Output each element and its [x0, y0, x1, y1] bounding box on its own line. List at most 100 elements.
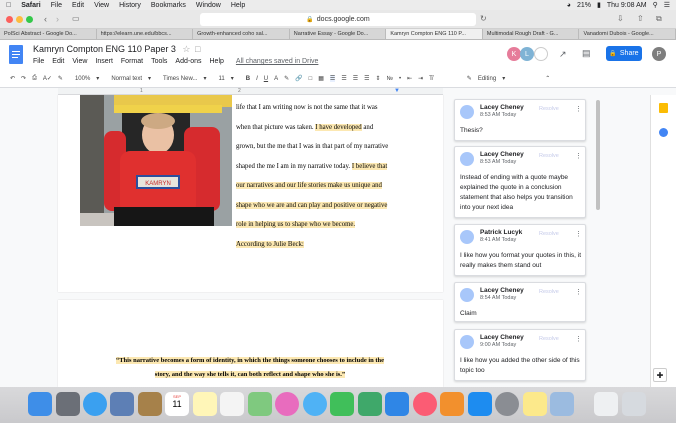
resolve-button[interactable]: Resolve	[539, 153, 559, 159]
align-justify-icon[interactable]: ☰	[364, 75, 369, 82]
link-icon[interactable]: 🔗	[295, 75, 302, 82]
docs-menu-file[interactable]: File	[33, 58, 44, 65]
safari-icon[interactable]	[83, 392, 107, 416]
more-collaborators-icon[interactable]	[534, 47, 548, 61]
italic-icon[interactable]: I	[256, 76, 258, 82]
photos-icon[interactable]	[275, 392, 299, 416]
search-icon[interactable]: ⚲	[653, 1, 658, 9]
paint-format-icon[interactable]: ✎	[58, 75, 63, 82]
font-size-select[interactable]: 11	[218, 76, 224, 82]
apple-menu-icon[interactable]: 	[6, 2, 11, 9]
more-options-icon[interactable]: ⋮	[575, 335, 582, 343]
right-indent-marker[interactable]: ▼	[394, 88, 400, 94]
notebook-icon[interactable]	[138, 392, 162, 416]
activity-trend-icon[interactable]: ↗	[559, 49, 567, 60]
text-color-icon[interactable]: A	[274, 76, 278, 82]
star-icon[interactable]: ☆	[182, 44, 190, 54]
bold-icon[interactable]: B	[246, 76, 250, 82]
close-window-button[interactable]	[6, 16, 13, 23]
docs-menu-view[interactable]: View	[72, 58, 87, 65]
decrease-indent-icon[interactable]: ⇤	[407, 75, 412, 82]
more-options-icon[interactable]: ⋮	[575, 152, 582, 160]
launchpad-icon[interactable]	[56, 392, 80, 416]
reminders-icon[interactable]	[220, 392, 244, 416]
books-icon[interactable]	[440, 392, 464, 416]
comment-card[interactable]: Lacey Cheney 8:53 AM Today Resolve ⋮ Ins…	[454, 146, 586, 218]
menu-list-icon[interactable]: ☰	[664, 1, 670, 9]
align-right-icon[interactable]: ☰	[353, 75, 358, 82]
menu-window[interactable]: Window	[196, 2, 221, 9]
battery-icon[interactable]: ▮	[597, 1, 601, 9]
editing-mode-pencil-icon[interactable]: ✎	[467, 75, 472, 82]
docs-menu-tools[interactable]: Tools	[151, 58, 167, 65]
browser-tab-active[interactable]: Kamryn Compton ENG 110 P...	[386, 29, 483, 39]
minimize-window-button[interactable]	[16, 16, 23, 23]
menu-view[interactable]: View	[94, 2, 109, 9]
style-select[interactable]: Normal text	[111, 76, 142, 82]
collapse-toolbar-icon[interactable]: ⌃	[545, 75, 550, 82]
photo-boy-in-toy-car[interactable]: KAMRYN	[80, 95, 232, 226]
system-preferences-icon[interactable]	[495, 392, 519, 416]
share-sheet-icon[interactable]: ⇧	[637, 14, 644, 23]
trash-icon[interactable]	[622, 392, 646, 416]
editing-mode-select[interactable]: Editing	[478, 76, 496, 82]
finder-icon[interactable]	[28, 392, 52, 416]
more-options-icon[interactable]: ⋮	[575, 105, 582, 113]
more-options-icon[interactable]: ⋮	[575, 288, 582, 296]
comment-card[interactable]: Lacey Cheney 8:54 AM Today Resolve ⋮ Cla…	[454, 282, 586, 322]
highlight-color-icon[interactable]: ✎	[284, 75, 289, 82]
resolve-button[interactable]: Resolve	[539, 106, 559, 112]
keynote-icon[interactable]	[385, 392, 409, 416]
line-spacing-icon[interactable]: ⇕	[375, 75, 380, 82]
tabs-overview-icon[interactable]: ⧉	[656, 14, 662, 24]
spellcheck-icon[interactable]: A✓	[43, 75, 52, 82]
save-status[interactable]: All changes saved in Drive	[236, 58, 319, 65]
explore-icon[interactable]: ✚	[653, 368, 667, 382]
music-icon[interactable]	[413, 392, 437, 416]
address-bar[interactable]: 🔒 docs.google.com	[200, 13, 476, 26]
app-store-icon[interactable]	[468, 392, 492, 416]
resolve-button[interactable]: Resolve	[539, 289, 559, 295]
browser-tab[interactable]: PolSci Abstract - Google Do...	[0, 29, 97, 39]
messages-icon[interactable]	[303, 392, 327, 416]
font-select[interactable]: Times New...	[163, 76, 197, 82]
clock[interactable]: Thu 9:08 AM	[607, 2, 647, 9]
preview-icon[interactable]	[550, 392, 574, 416]
photo-viewer-icon[interactable]	[110, 392, 134, 416]
menu-safari[interactable]: Safari	[21, 2, 40, 9]
zoom-select[interactable]: 100%	[75, 76, 90, 82]
body-paragraph[interactable]: life that I am writing now is not the sa…	[236, 98, 436, 254]
docs-menu-edit[interactable]: Edit	[52, 58, 64, 65]
numbered-list-icon[interactable]: №	[387, 76, 393, 82]
align-left-icon[interactable]: ☰	[329, 75, 336, 82]
battery-percent[interactable]: 21%	[577, 2, 591, 9]
clear-formatting-icon[interactable]: T̸	[429, 76, 433, 82]
folder-icon[interactable]: □	[195, 44, 200, 54]
calendar-icon[interactable]: SEP 11	[165, 392, 189, 416]
reload-icon[interactable]: ↻	[480, 14, 487, 23]
block-quote[interactable]: “This narrative becomes a form of identi…	[90, 354, 410, 382]
resolve-button[interactable]: Resolve	[539, 231, 559, 237]
insert-image-icon[interactable]: ▦	[318, 75, 324, 82]
redo-icon[interactable]: ↷	[21, 75, 26, 82]
horizontal-ruler[interactable]: 1 2 ▼	[58, 88, 443, 95]
collaborator-avatar[interactable]: L	[520, 47, 534, 61]
undo-icon[interactable]: ↶	[10, 75, 15, 82]
menu-history[interactable]: History	[119, 2, 141, 9]
docs-logo-icon[interactable]	[9, 45, 23, 64]
underline-icon[interactable]: U	[264, 76, 268, 82]
browser-tab[interactable]: https://elearn.une.edu/bbcs...	[97, 29, 194, 39]
docs-menu-format[interactable]: Format	[121, 58, 143, 65]
account-avatar[interactable]: P	[652, 47, 666, 61]
resolve-button[interactable]: Resolve	[539, 336, 559, 342]
print-icon[interactable]: ⎙	[32, 75, 37, 82]
numbers-icon[interactable]	[358, 392, 382, 416]
download-icon[interactable]: ⇩	[617, 14, 624, 23]
keep-icon[interactable]	[659, 103, 668, 113]
collaborator-avatar[interactable]: K	[507, 47, 521, 61]
comment-card[interactable]: Lacey Cheney 9:00 AM Today Resolve ⋮ I l…	[454, 329, 586, 381]
browser-tab[interactable]: Growth-enhanced coho sal...	[193, 29, 290, 39]
align-center-icon[interactable]: ☰	[341, 75, 346, 82]
bulleted-list-icon[interactable]: •	[399, 76, 401, 82]
notes-icon[interactable]	[193, 392, 217, 416]
